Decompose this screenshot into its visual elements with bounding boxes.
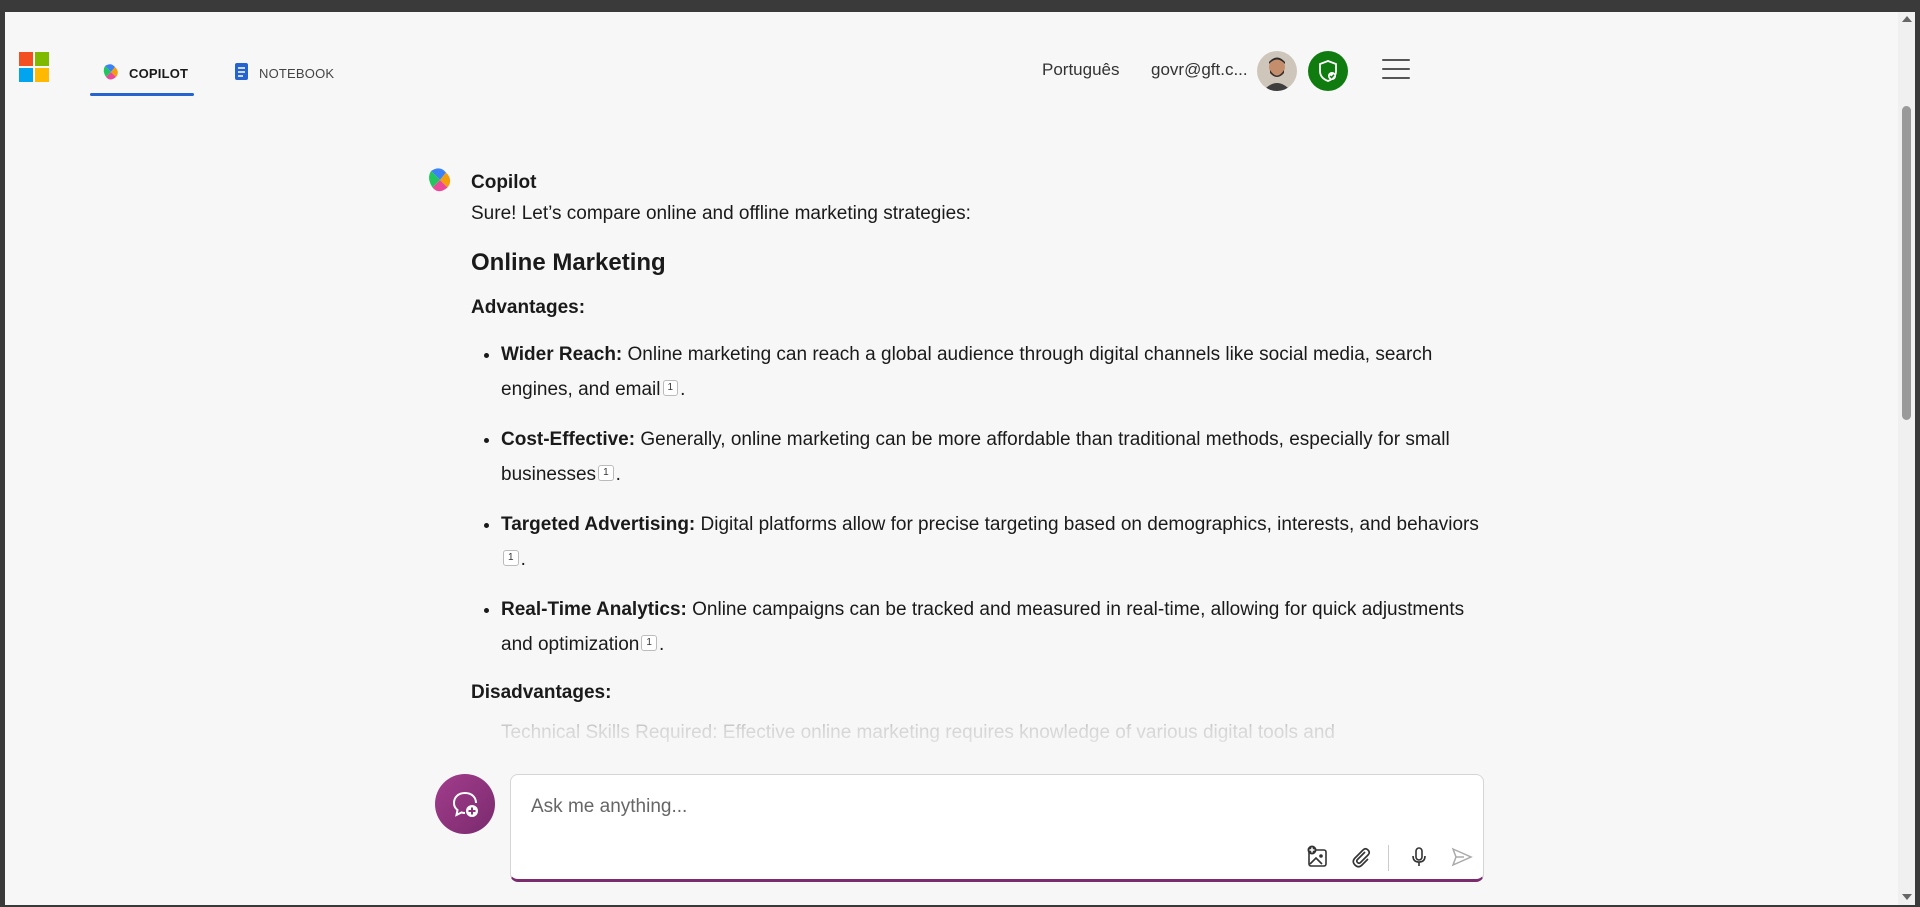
tab-copilot[interactable]: COPILOT	[101, 62, 188, 85]
message-author: Copilot	[471, 171, 537, 193]
item-title: Cost-Effective:	[501, 429, 636, 450]
send-icon[interactable]	[1448, 843, 1476, 871]
chat-content: Copilot Sure! Let’s compare online and o…	[5, 107, 1898, 767]
hamburger-menu-icon[interactable]	[1382, 59, 1410, 81]
language-selector[interactable]: Português	[1042, 60, 1120, 80]
list-item: Cost-Effective: Generally, online market…	[501, 422, 1481, 492]
list-item: Real-Time Analytics: Online campaigns ca…	[501, 592, 1481, 662]
active-tab-indicator	[90, 93, 194, 96]
advantages-list: Wider Reach: Online marketing can reach …	[471, 337, 1481, 662]
browser-window: COPILOT NOTEBOOK Português govr@gft.c...	[5, 12, 1915, 905]
item-title: Wider Reach:	[501, 344, 623, 365]
section-heading: Online Marketing	[471, 249, 666, 276]
scroll-fade	[5, 727, 1898, 767]
tab-notebook[interactable]: NOTEBOOK	[233, 62, 334, 85]
list-item: Wider Reach: Online marketing can reach …	[501, 337, 1481, 407]
disadvantages-label: Disadvantages:	[471, 682, 612, 703]
notebook-icon	[233, 62, 251, 85]
chat-composer	[510, 774, 1484, 882]
citation-badge[interactable]: 1	[598, 465, 614, 481]
citation-badge[interactable]: 1	[641, 635, 657, 651]
tab-copilot-label: COPILOT	[129, 66, 189, 81]
advantages-label: Advantages:	[471, 297, 586, 318]
microsoft-logo[interactable]	[19, 52, 49, 82]
attach-icon[interactable]	[1347, 843, 1375, 871]
scrollbar-thumb[interactable]	[1902, 106, 1911, 420]
message-body: Sure! Let’s compare online and offline m…	[471, 203, 1481, 744]
add-image-icon[interactable]	[1304, 843, 1332, 871]
new-topic-button[interactable]	[435, 774, 495, 834]
chat-input[interactable]	[529, 791, 1433, 823]
top-bar: COPILOT NOTEBOOK Português govr@gft.c...	[5, 12, 1898, 107]
message-intro: Sure! Let’s compare online and offline m…	[471, 203, 971, 224]
scroll-down-icon[interactable]	[1902, 894, 1912, 900]
item-title: Targeted Advertising:	[501, 514, 696, 535]
protected-shield-icon[interactable]	[1308, 51, 1348, 91]
copilot-avatar-icon	[425, 165, 455, 200]
account-email[interactable]: govr@gft.c...	[1151, 60, 1248, 80]
scroll-up-icon[interactable]	[1902, 16, 1912, 22]
citation-badge[interactable]: 1	[503, 550, 519, 566]
citation-badge[interactable]: 1	[662, 380, 679, 396]
tab-notebook-label: NOTEBOOK	[259, 66, 335, 81]
scrollbar[interactable]	[1898, 12, 1915, 905]
composer-divider	[1388, 845, 1389, 871]
item-text: Online marketing can reach a global audi…	[501, 344, 1433, 400]
copilot-icon	[101, 62, 121, 85]
new-chat-icon	[452, 792, 478, 817]
avatar[interactable]	[1257, 51, 1297, 91]
message-header: Copilot	[425, 165, 536, 200]
list-item: Targeted Advertising: Digital platforms …	[501, 507, 1481, 577]
item-text: Digital platforms allow for precise targ…	[700, 514, 1479, 535]
microphone-icon[interactable]	[1405, 843, 1433, 871]
item-text: Generally, online marketing can be more …	[501, 429, 1450, 485]
item-title: Real-Time Analytics:	[501, 599, 687, 620]
